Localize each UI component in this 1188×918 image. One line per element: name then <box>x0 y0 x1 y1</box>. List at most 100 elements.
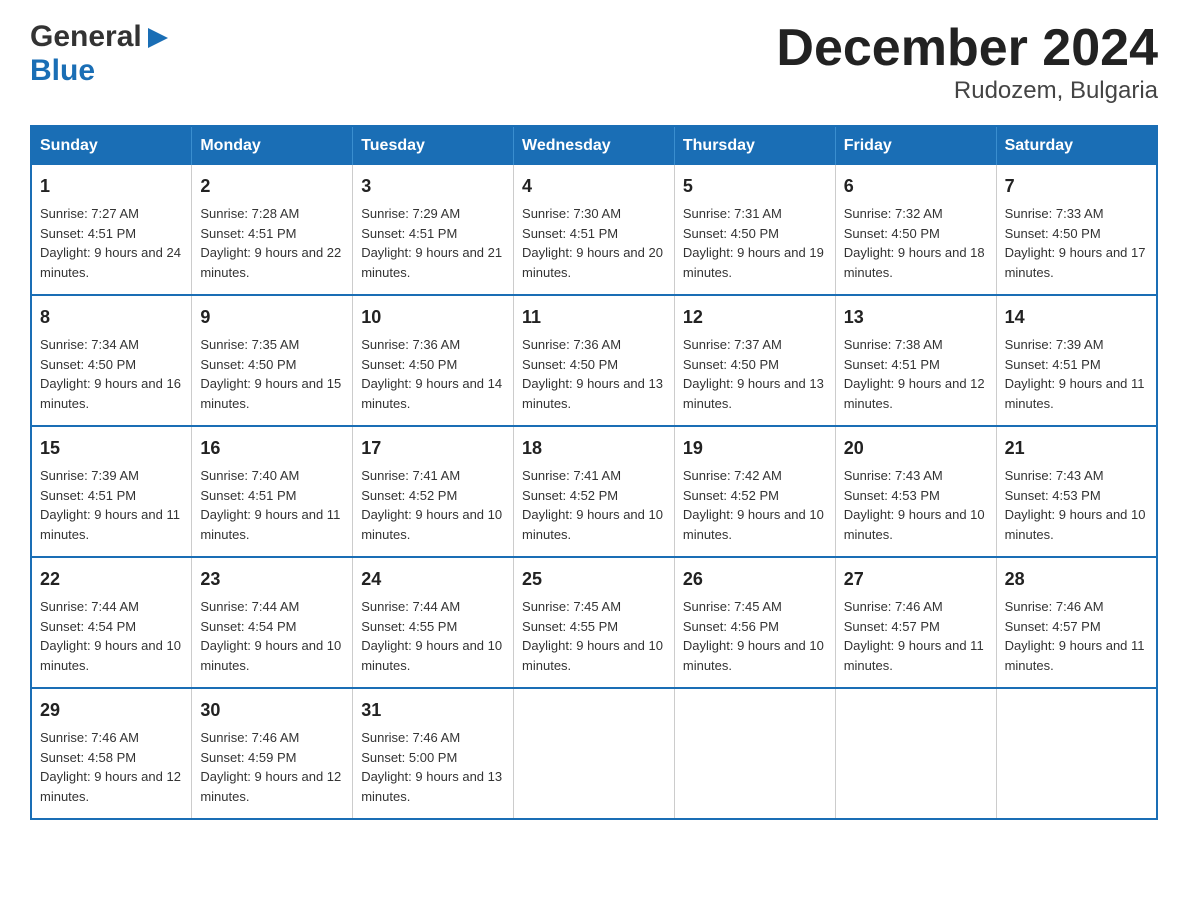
day-info: Sunrise: 7:40 AM Sunset: 4:51 PM Dayligh… <box>200 466 344 544</box>
day-number: 7 <box>1005 173 1148 200</box>
daylight-text: Daylight: 9 hours and 10 minutes. <box>683 505 827 544</box>
logo-arrow-icon <box>144 24 172 52</box>
daylight-text: Daylight: 9 hours and 10 minutes. <box>522 505 666 544</box>
sunset-text: Sunset: 4:50 PM <box>522 355 666 375</box>
day-info: Sunrise: 7:36 AM Sunset: 4:50 PM Dayligh… <box>361 335 505 413</box>
daylight-text: Daylight: 9 hours and 24 minutes. <box>40 243 183 282</box>
calendar-day-cell: 31 Sunrise: 7:46 AM Sunset: 5:00 PM Dayl… <box>353 688 514 819</box>
day-number: 13 <box>844 304 988 331</box>
sunset-text: Sunset: 4:54 PM <box>200 617 344 637</box>
calendar-day-cell: 4 Sunrise: 7:30 AM Sunset: 4:51 PM Dayli… <box>514 165 675 295</box>
daylight-text: Daylight: 9 hours and 12 minutes. <box>40 767 183 806</box>
day-info: Sunrise: 7:32 AM Sunset: 4:50 PM Dayligh… <box>844 204 988 282</box>
sunset-text: Sunset: 4:50 PM <box>200 355 344 375</box>
sunset-text: Sunset: 4:52 PM <box>522 486 666 506</box>
calendar-day-cell: 25 Sunrise: 7:45 AM Sunset: 4:55 PM Dayl… <box>514 557 675 688</box>
day-number: 21 <box>1005 435 1148 462</box>
calendar-day-cell: 18 Sunrise: 7:41 AM Sunset: 4:52 PM Dayl… <box>514 426 675 557</box>
day-info: Sunrise: 7:44 AM Sunset: 4:54 PM Dayligh… <box>200 597 344 675</box>
sunrise-text: Sunrise: 7:44 AM <box>361 597 505 617</box>
calendar-day-cell: 11 Sunrise: 7:36 AM Sunset: 4:50 PM Dayl… <box>514 295 675 426</box>
sunset-text: Sunset: 4:55 PM <box>361 617 505 637</box>
sunset-text: Sunset: 4:53 PM <box>844 486 988 506</box>
sunset-text: Sunset: 4:55 PM <box>522 617 666 637</box>
day-info: Sunrise: 7:41 AM Sunset: 4:52 PM Dayligh… <box>522 466 666 544</box>
sunset-text: Sunset: 4:51 PM <box>40 486 183 506</box>
calendar-header: SundayMondayTuesdayWednesdayThursdayFrid… <box>31 126 1157 165</box>
calendar-day-cell: 12 Sunrise: 7:37 AM Sunset: 4:50 PM Dayl… <box>674 295 835 426</box>
day-of-week-header: Friday <box>835 126 996 165</box>
sunset-text: Sunset: 4:57 PM <box>844 617 988 637</box>
calendar-day-cell: 10 Sunrise: 7:36 AM Sunset: 4:50 PM Dayl… <box>353 295 514 426</box>
daylight-text: Daylight: 9 hours and 12 minutes. <box>200 767 344 806</box>
calendar-day-cell: 9 Sunrise: 7:35 AM Sunset: 4:50 PM Dayli… <box>192 295 353 426</box>
day-info: Sunrise: 7:44 AM Sunset: 4:55 PM Dayligh… <box>361 597 505 675</box>
day-info: Sunrise: 7:42 AM Sunset: 4:52 PM Dayligh… <box>683 466 827 544</box>
title-block: December 2024 Rudozem, Bulgaria <box>776 20 1158 105</box>
day-number: 20 <box>844 435 988 462</box>
calendar-week-row: 8 Sunrise: 7:34 AM Sunset: 4:50 PM Dayli… <box>31 295 1157 426</box>
day-number: 4 <box>522 173 666 200</box>
sunset-text: Sunset: 4:51 PM <box>361 224 505 244</box>
page-header: General Blue December 2024 Rudozem, Bulg… <box>30 20 1158 105</box>
sunset-text: Sunset: 4:59 PM <box>200 748 344 768</box>
day-number: 6 <box>844 173 988 200</box>
sunrise-text: Sunrise: 7:34 AM <box>40 335 183 355</box>
day-number: 22 <box>40 566 183 593</box>
day-info: Sunrise: 7:37 AM Sunset: 4:50 PM Dayligh… <box>683 335 827 413</box>
sunrise-text: Sunrise: 7:46 AM <box>844 597 988 617</box>
daylight-text: Daylight: 9 hours and 22 minutes. <box>200 243 344 282</box>
sunrise-text: Sunrise: 7:31 AM <box>683 204 827 224</box>
sunset-text: Sunset: 4:57 PM <box>1005 617 1148 637</box>
day-number: 30 <box>200 697 344 724</box>
day-info: Sunrise: 7:39 AM Sunset: 4:51 PM Dayligh… <box>40 466 183 544</box>
day-of-week-header: Tuesday <box>353 126 514 165</box>
calendar-day-cell: 16 Sunrise: 7:40 AM Sunset: 4:51 PM Dayl… <box>192 426 353 557</box>
daylight-text: Daylight: 9 hours and 16 minutes. <box>40 374 183 413</box>
day-number: 1 <box>40 173 183 200</box>
sunrise-text: Sunrise: 7:37 AM <box>683 335 827 355</box>
day-number: 29 <box>40 697 183 724</box>
daylight-text: Daylight: 9 hours and 13 minutes. <box>683 374 827 413</box>
sunrise-text: Sunrise: 7:43 AM <box>844 466 988 486</box>
day-info: Sunrise: 7:34 AM Sunset: 4:50 PM Dayligh… <box>40 335 183 413</box>
calendar-day-cell: 28 Sunrise: 7:46 AM Sunset: 4:57 PM Dayl… <box>996 557 1157 688</box>
sunset-text: Sunset: 4:52 PM <box>683 486 827 506</box>
sunset-text: Sunset: 4:54 PM <box>40 617 183 637</box>
calendar-day-cell: 21 Sunrise: 7:43 AM Sunset: 4:53 PM Dayl… <box>996 426 1157 557</box>
day-number: 19 <box>683 435 827 462</box>
daylight-text: Daylight: 9 hours and 11 minutes. <box>40 505 183 544</box>
daylight-text: Daylight: 9 hours and 11 minutes. <box>200 505 344 544</box>
sunset-text: Sunset: 4:51 PM <box>200 486 344 506</box>
day-info: Sunrise: 7:31 AM Sunset: 4:50 PM Dayligh… <box>683 204 827 282</box>
sunset-text: Sunset: 4:51 PM <box>40 224 183 244</box>
day-number: 3 <box>361 173 505 200</box>
day-number: 11 <box>522 304 666 331</box>
calendar-week-row: 22 Sunrise: 7:44 AM Sunset: 4:54 PM Dayl… <box>31 557 1157 688</box>
logo-blue-text: Blue <box>30 54 95 87</box>
day-number: 17 <box>361 435 505 462</box>
daylight-text: Daylight: 9 hours and 21 minutes. <box>361 243 505 282</box>
day-number: 8 <box>40 304 183 331</box>
sunrise-text: Sunrise: 7:45 AM <box>522 597 666 617</box>
sunrise-text: Sunrise: 7:35 AM <box>200 335 344 355</box>
sunrise-text: Sunrise: 7:29 AM <box>361 204 505 224</box>
calendar-table: SundayMondayTuesdayWednesdayThursdayFrid… <box>30 125 1158 820</box>
day-info: Sunrise: 7:46 AM Sunset: 4:58 PM Dayligh… <box>40 728 183 806</box>
day-number: 25 <box>522 566 666 593</box>
sunset-text: Sunset: 4:56 PM <box>683 617 827 637</box>
calendar-day-cell: 29 Sunrise: 7:46 AM Sunset: 4:58 PM Dayl… <box>31 688 192 819</box>
sunrise-text: Sunrise: 7:46 AM <box>200 728 344 748</box>
calendar-day-cell: 5 Sunrise: 7:31 AM Sunset: 4:50 PM Dayli… <box>674 165 835 295</box>
sunrise-text: Sunrise: 7:45 AM <box>683 597 827 617</box>
calendar-day-cell: 6 Sunrise: 7:32 AM Sunset: 4:50 PM Dayli… <box>835 165 996 295</box>
sunrise-text: Sunrise: 7:36 AM <box>522 335 666 355</box>
calendar-title: December 2024 <box>776 20 1158 77</box>
calendar-day-cell: 23 Sunrise: 7:44 AM Sunset: 4:54 PM Dayl… <box>192 557 353 688</box>
day-info: Sunrise: 7:46 AM Sunset: 5:00 PM Dayligh… <box>361 728 505 806</box>
logo: General Blue <box>30 20 172 88</box>
calendar-day-cell <box>674 688 835 819</box>
day-number: 18 <box>522 435 666 462</box>
sunset-text: Sunset: 4:50 PM <box>683 355 827 375</box>
calendar-day-cell: 2 Sunrise: 7:28 AM Sunset: 4:51 PM Dayli… <box>192 165 353 295</box>
